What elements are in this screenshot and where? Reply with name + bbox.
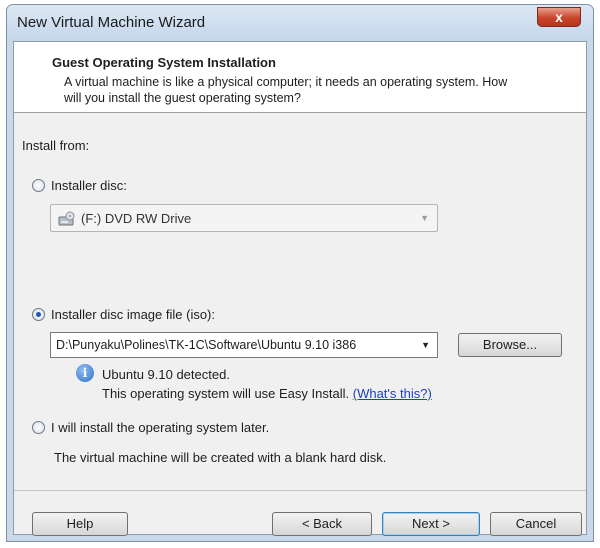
installer-disc-radio[interactable] (32, 179, 45, 192)
detected-os-text: Ubuntu 9.10 detected. (102, 367, 230, 382)
wizard-body: Guest Operating System Installation A vi… (13, 41, 587, 536)
drive-select-value: (F:) DVD RW Drive (81, 211, 192, 226)
page-description: A virtual machine is like a physical com… (64, 75, 508, 105)
iso-path-combobox[interactable]: D:\Punyaku\Polines\TK-1C\Software\Ubuntu… (50, 332, 438, 358)
iso-image-label: Installer disc image file (iso): (51, 307, 215, 322)
wizard-header: Guest Operating System Installation A vi… (14, 42, 586, 113)
iso-image-option[interactable]: Installer disc image file (iso): (32, 307, 215, 322)
installer-disc-label: Installer disc: (51, 178, 127, 193)
iso-path-value: D:\Punyaku\Polines\TK-1C\Software\Ubuntu… (56, 338, 357, 352)
chevron-down-icon[interactable]: ▼ (421, 340, 430, 350)
install-from-label: Install from: (22, 138, 90, 153)
help-button[interactable]: Help (32, 512, 128, 536)
install-later-option[interactable]: I will install the operating system late… (32, 420, 269, 435)
close-button[interactable]: x (537, 7, 581, 27)
iso-image-radio[interactable] (32, 308, 45, 321)
info-icon: i (76, 364, 94, 382)
install-later-radio[interactable] (32, 421, 45, 434)
chevron-down-icon: ▼ (420, 213, 429, 223)
cancel-button[interactable]: Cancel (490, 512, 582, 536)
easy-install-text: This operating system will use Easy Inst… (102, 386, 350, 401)
install-later-label: I will install the operating system late… (51, 420, 270, 435)
page-title: Guest Operating System Installation (52, 55, 276, 70)
drive-select[interactable]: (F:) DVD RW Drive ▼ (50, 204, 438, 232)
blank-disk-note: The virtual machine will be created with… (54, 450, 387, 465)
browse-button[interactable]: Browse... (458, 333, 562, 357)
window-title: New Virtual Machine Wizard (17, 14, 206, 31)
next-button[interactable]: Next > (382, 512, 480, 536)
close-icon: x (555, 9, 563, 25)
back-button[interactable]: < Back (272, 512, 372, 536)
title-bar[interactable]: New Virtual Machine Wizard x (7, 5, 593, 41)
installer-disc-option[interactable]: Installer disc: (32, 178, 127, 193)
easy-install-note: This operating system will use Easy Inst… (102, 386, 432, 401)
footer-divider (14, 490, 586, 491)
wizard-window: New Virtual Machine Wizard x Guest Opera… (6, 4, 594, 542)
whats-this-link[interactable]: (What's this?) (353, 386, 432, 401)
dvd-drive-icon (58, 211, 75, 226)
